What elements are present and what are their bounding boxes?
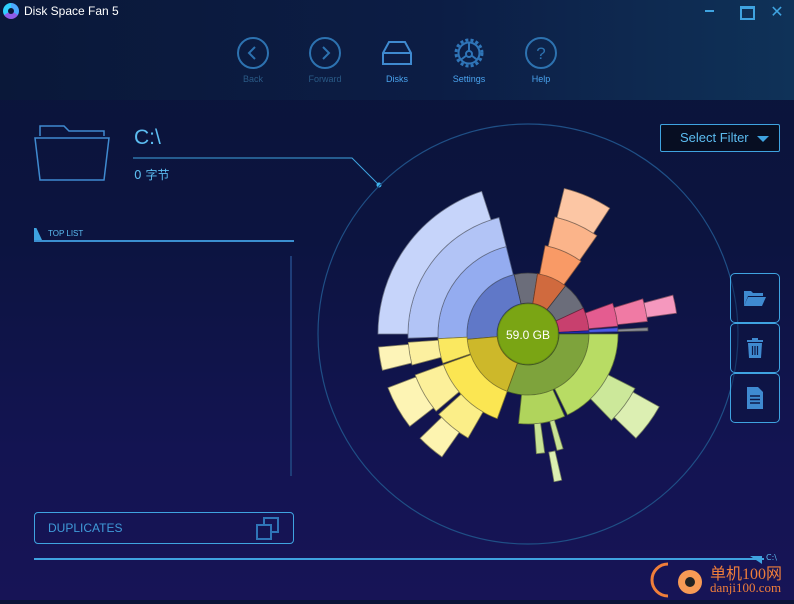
sunburst-segment-l4-2[interactable] xyxy=(643,294,677,318)
sunburst-chart[interactable]: 59.0 GB xyxy=(0,0,794,600)
sunburst-segment-l4-7[interactable] xyxy=(378,344,413,371)
trash-icon xyxy=(747,338,763,358)
sunburst-segment-l3-2[interactable] xyxy=(613,298,648,326)
total-size-label: 59.0 GB xyxy=(506,328,550,342)
sunburst-segment-l3-3[interactable] xyxy=(617,327,649,333)
sunburst-segment-l4-4[interactable] xyxy=(548,450,563,483)
watermark-text-url: danji100.com xyxy=(710,580,782,595)
watermark: 单机100网 danji100.com xyxy=(648,560,794,600)
delete-button[interactable] xyxy=(730,323,780,373)
sunburst-segment-l3-5[interactable] xyxy=(549,419,564,451)
watermark-logo-icon xyxy=(650,562,702,598)
sunburst-segment-l3-9[interactable] xyxy=(407,339,442,366)
document-icon xyxy=(747,387,763,409)
select-filter-dropdown[interactable]: Select Filter xyxy=(660,124,780,152)
filter-label: Select Filter xyxy=(680,130,749,145)
sunburst-segment-l2-2[interactable] xyxy=(584,302,619,330)
open-folder-button[interactable] xyxy=(730,273,780,323)
sunburst-segment-l3-6[interactable] xyxy=(533,422,546,455)
chevron-down-icon xyxy=(757,136,769,142)
report-button[interactable] xyxy=(730,373,780,423)
folder-open-icon xyxy=(744,291,766,306)
